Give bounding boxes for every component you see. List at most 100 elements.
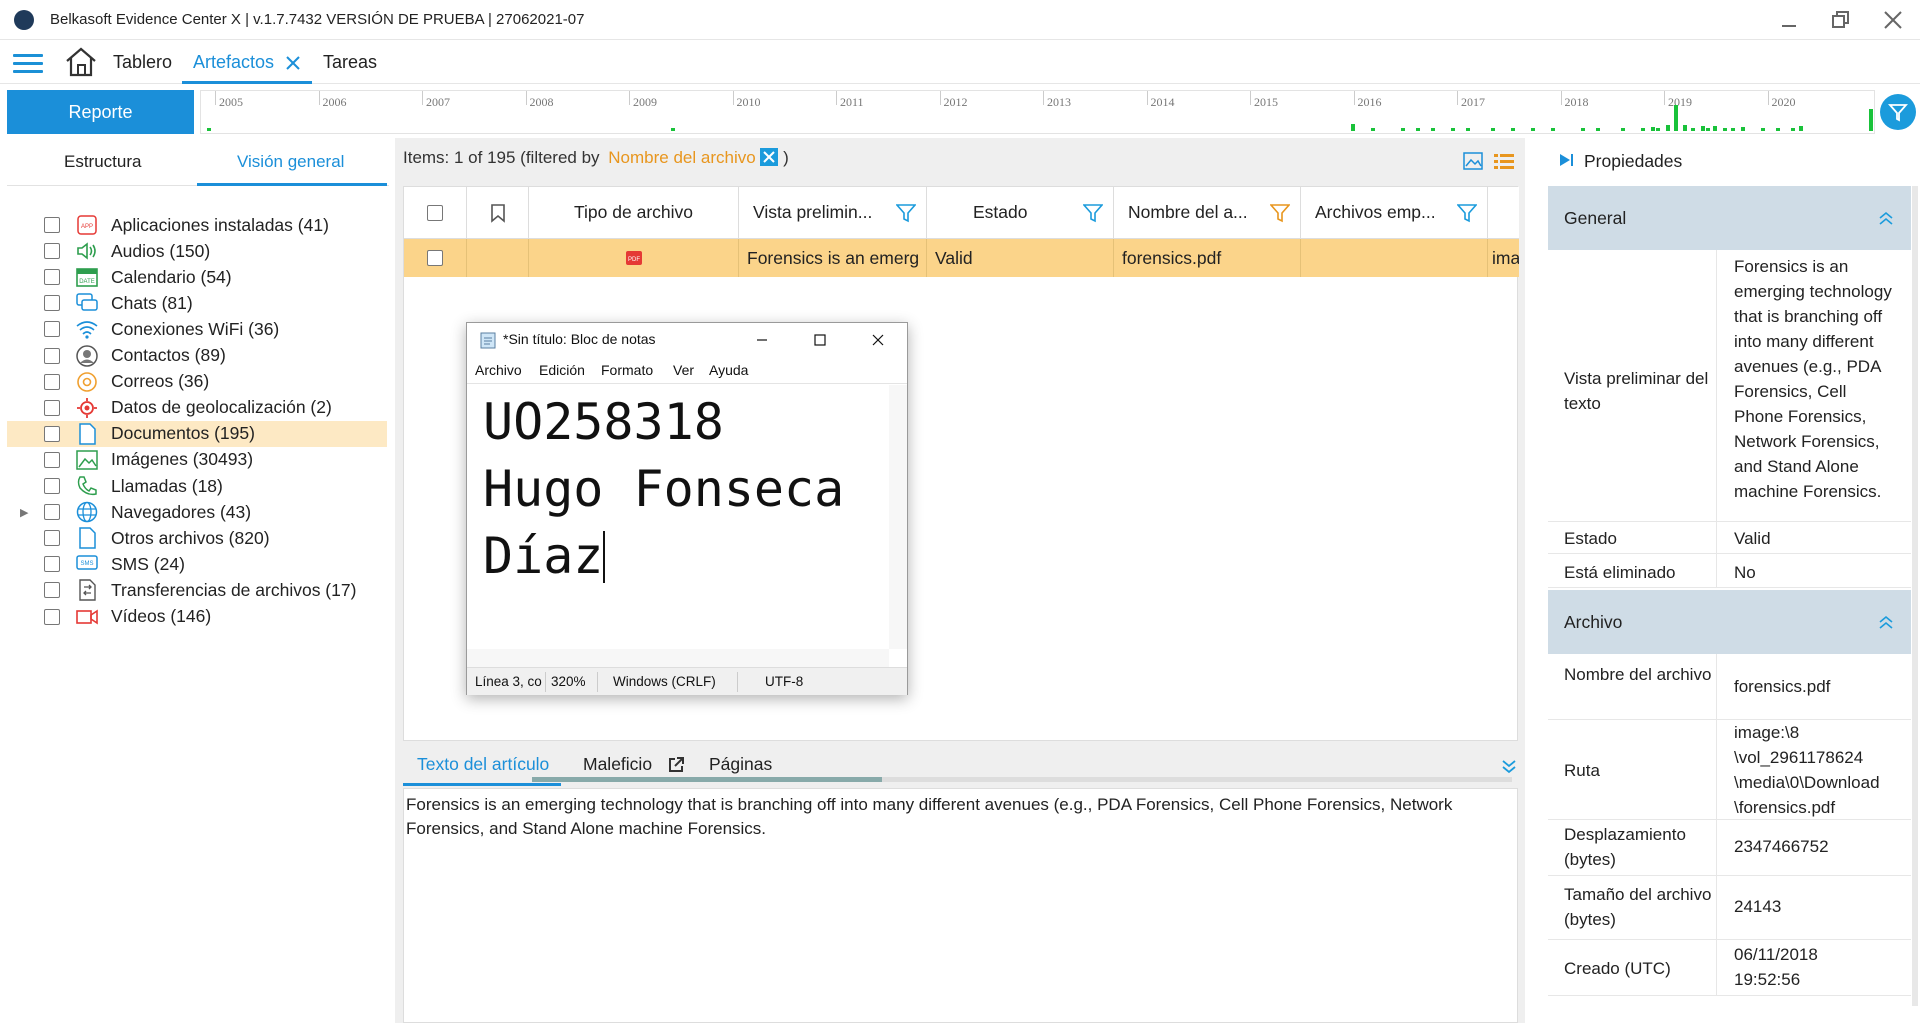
tree-item-checkbox[interactable] bbox=[44, 530, 60, 547]
tree-item[interactable]: DATE Calendario (54) bbox=[7, 264, 387, 290]
tab-maleficio[interactable]: Maleficio bbox=[583, 754, 652, 775]
prop-key: Tamaño del archivo (bytes) bbox=[1564, 885, 1712, 929]
tree-item[interactable]: Datos de geolocalización (2) bbox=[7, 395, 387, 421]
tree-item[interactable]: Imágenes (30493) bbox=[7, 447, 387, 473]
minimize-button[interactable] bbox=[1766, 4, 1812, 36]
timeline-activity-bar bbox=[1776, 128, 1780, 131]
tab-texto-articulo[interactable]: Texto del artículo bbox=[403, 744, 561, 786]
tree-item[interactable]: ▶ Navegadores (43) bbox=[7, 499, 387, 525]
notepad-text-area[interactable]: UO258318 Hugo Fonseca Díaz bbox=[483, 389, 883, 590]
col-overflow bbox=[1488, 187, 1519, 239]
tree-item[interactable]: Llamadas (18) bbox=[7, 473, 387, 499]
row-bookmark-cell[interactable] bbox=[467, 239, 529, 277]
list-view-icon[interactable] bbox=[1493, 152, 1515, 170]
timeline-activity-bar bbox=[1491, 128, 1495, 131]
timeline-activity-bar bbox=[1674, 105, 1678, 131]
restore-button[interactable] bbox=[1818, 4, 1864, 36]
tree-item[interactable]: Otros archivos (820) bbox=[7, 525, 387, 551]
notepad-vertical-scrollbar[interactable] bbox=[889, 385, 907, 649]
select-all-checkbox[interactable] bbox=[427, 204, 443, 221]
timeline-chart[interactable]: 2005 2006 2007 2008 2009 2010 2011 2012 2013 2014… bbox=[200, 90, 1875, 134]
filter-icon[interactable] bbox=[896, 203, 916, 223]
timeline-activity-bar bbox=[1581, 128, 1585, 131]
home-icon[interactable] bbox=[64, 46, 98, 78]
tree-item[interactable]: APP Aplicaciones instaladas (41) bbox=[7, 212, 387, 238]
tree-item[interactable]: Audios (150) bbox=[7, 238, 387, 264]
close-window-button[interactable] bbox=[1870, 4, 1916, 36]
notepad-horizontal-scrollbar[interactable] bbox=[467, 649, 889, 667]
tree-item-checkbox[interactable] bbox=[44, 321, 60, 338]
row-checkbox[interactable] bbox=[427, 250, 443, 266]
filter-active-icon[interactable] bbox=[1270, 203, 1290, 223]
tree-item-checkbox[interactable] bbox=[44, 399, 60, 416]
tree-item-checkbox[interactable] bbox=[44, 478, 60, 494]
tree-item-checkbox[interactable] bbox=[44, 451, 60, 468]
filter-icon[interactable] bbox=[1457, 203, 1477, 223]
filter-icon[interactable] bbox=[1083, 203, 1103, 223]
chevron-up-icon[interactable] bbox=[1878, 614, 1894, 630]
expand-arrow-icon[interactable]: ▶ bbox=[20, 506, 28, 519]
tree-item[interactable]: Correos (36) bbox=[7, 369, 387, 395]
gallery-view-icon[interactable] bbox=[1463, 152, 1483, 170]
col-nombre-archivo[interactable]: Nombre del a... bbox=[1114, 187, 1301, 239]
tree-item[interactable]: Chats (81) bbox=[7, 290, 387, 316]
timeline-year-label: 2012 bbox=[943, 95, 968, 109]
tree-item-checkbox[interactable] bbox=[44, 243, 60, 260]
nav-tablero[interactable]: Tablero bbox=[113, 52, 172, 73]
tree-item-checkbox[interactable] bbox=[44, 217, 60, 233]
audio-icon bbox=[74, 239, 100, 263]
timeline-filter-button[interactable] bbox=[1880, 94, 1916, 130]
tree-item-checkbox[interactable] bbox=[44, 373, 60, 390]
notepad-menu-ayuda[interactable]: Ayuda bbox=[709, 362, 748, 378]
row-checkbox-cell[interactable] bbox=[404, 239, 467, 277]
tab-paginas[interactable]: Páginas bbox=[709, 754, 772, 775]
tree-item-checkbox[interactable] bbox=[44, 504, 60, 521]
notepad-minimize-icon[interactable] bbox=[755, 333, 769, 347]
col-vista-preliminar[interactable]: Vista prelimin... bbox=[739, 187, 927, 239]
notepad-close-icon[interactable] bbox=[871, 333, 885, 347]
tree-item[interactable]: Documentos (195) bbox=[7, 420, 387, 447]
chevron-up-icon[interactable] bbox=[1878, 210, 1894, 226]
tab-vision-general[interactable]: Visión general bbox=[197, 138, 387, 186]
section-general[interactable]: General bbox=[1548, 186, 1911, 250]
notepad-maximize-icon[interactable] bbox=[813, 333, 827, 347]
hamburger-menu-icon[interactable] bbox=[13, 54, 43, 74]
external-link-icon[interactable] bbox=[667, 756, 685, 774]
notepad-menu-ver[interactable]: Ver bbox=[673, 362, 694, 378]
tree-item[interactable]: SMS SMS (24) bbox=[7, 551, 387, 577]
select-all-header[interactable] bbox=[404, 187, 467, 239]
app-logo-icon bbox=[14, 10, 34, 30]
notepad-menu-edicion[interactable]: Edición bbox=[539, 362, 585, 378]
notepad-menu-archivo[interactable]: Archivo bbox=[475, 362, 522, 378]
notepad-window[interactable]: *Sin título: Bloc de notas Archivo Edici… bbox=[466, 322, 908, 695]
timeline-tick bbox=[215, 91, 216, 105]
remove-filter-button[interactable] bbox=[760, 148, 779, 166]
tree-item-checkbox[interactable] bbox=[44, 582, 60, 599]
close-tab-icon[interactable] bbox=[285, 55, 301, 71]
prop-value: Valid bbox=[1734, 529, 1771, 548]
collapse-chevron-icon[interactable] bbox=[1501, 758, 1517, 774]
tree-item-checkbox[interactable] bbox=[44, 295, 60, 312]
col-archivos-emp[interactable]: Archivos emp... bbox=[1301, 187, 1488, 239]
bookmark-header[interactable] bbox=[467, 187, 529, 239]
properties-scrollbar[interactable] bbox=[1912, 186, 1918, 1006]
tab-estructura[interactable]: Estructura bbox=[64, 152, 141, 172]
tree-item[interactable]: Contactos (89) bbox=[7, 343, 387, 369]
tree-item-checkbox[interactable] bbox=[44, 425, 60, 442]
collapse-panel-icon[interactable] bbox=[1558, 152, 1574, 168]
tree-item-checkbox[interactable] bbox=[44, 269, 60, 286]
section-archivo[interactable]: Archivo bbox=[1548, 590, 1911, 654]
tree-item-checkbox[interactable] bbox=[44, 556, 60, 573]
col-estado[interactable]: Estado bbox=[927, 187, 1114, 239]
report-button[interactable]: Reporte bbox=[7, 90, 194, 134]
tree-item[interactable]: Vídeos (146) bbox=[7, 604, 387, 630]
tree-item-checkbox[interactable] bbox=[44, 608, 60, 625]
tree-item-checkbox[interactable] bbox=[44, 347, 60, 364]
table-row[interactable]: PDF Forensics is an emerg Valid forensic… bbox=[404, 239, 1519, 277]
tab-artefactos[interactable]: Artefactos bbox=[182, 40, 312, 84]
notepad-menu-formato[interactable]: Formato bbox=[601, 362, 653, 378]
tree-item[interactable]: Transferencias de archivos (17) bbox=[7, 577, 387, 603]
tree-item[interactable]: Conexiones WiFi (36) bbox=[7, 316, 387, 342]
col-tipo-archivo[interactable]: Tipo de archivo bbox=[529, 187, 739, 239]
nav-tareas[interactable]: Tareas bbox=[323, 52, 377, 73]
